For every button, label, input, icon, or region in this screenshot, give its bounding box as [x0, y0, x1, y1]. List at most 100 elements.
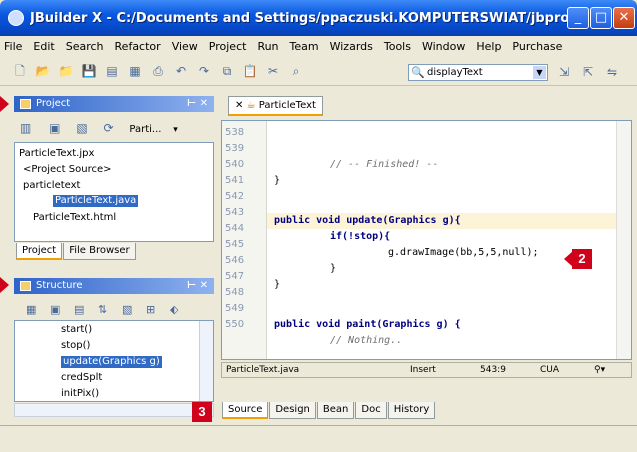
menu-window[interactable]: Window: [422, 40, 465, 53]
tree-file-java[interactable]: ParticleText.java: [53, 195, 139, 207]
editor-tab-close-icon[interactable]: ✕: [235, 100, 243, 111]
tree-file-html[interactable]: ParticleText.html: [33, 212, 116, 224]
tab-project[interactable]: Project: [16, 243, 63, 260]
binoculars-icon: 🔍: [411, 66, 425, 79]
line-number: 542: [225, 191, 245, 202]
line-number: 547: [225, 271, 245, 282]
open-project-icon[interactable]: 📂: [35, 63, 51, 79]
find-icon[interactable]: ⌕: [288, 63, 304, 79]
line-number: 540: [225, 159, 245, 170]
structure-tool-6-icon[interactable]: ⊞: [146, 303, 155, 316]
menu-run[interactable]: Run: [257, 40, 278, 53]
tree-root[interactable]: ParticleText.jpx: [19, 148, 94, 160]
status-keymap[interactable]: CUA: [540, 363, 559, 377]
menu-team[interactable]: Team: [290, 40, 319, 53]
cut-icon[interactable]: ✂: [265, 63, 281, 79]
copy-icon[interactable]: ⧉: [219, 63, 235, 79]
print-icon[interactable]: ⎙: [150, 63, 166, 79]
structure-item[interactable]: credSplt: [61, 372, 102, 384]
save-icon[interactable]: 💾: [81, 63, 97, 79]
project-panel-title: Project: [36, 98, 71, 109]
project-close-icon[interactable]: ▥: [20, 121, 31, 135]
status-mode: Insert: [410, 365, 436, 375]
menu-project[interactable]: Project: [209, 40, 247, 53]
line-number: 539: [225, 143, 245, 154]
menu-search[interactable]: Search: [66, 40, 104, 53]
menu-edit[interactable]: Edit: [33, 40, 54, 53]
structure-panel-icon: [20, 281, 31, 291]
jbuilder-app-icon: [8, 10, 24, 26]
search-dropdown-icon[interactable]: ▼: [533, 66, 546, 79]
window-title: JBuilder X - C:/Documents and Settings/p…: [30, 10, 578, 26]
project-selector[interactable]: Parti...: [129, 124, 161, 135]
project-remove-icon[interactable]: ▧: [76, 121, 87, 135]
undo-icon[interactable]: ↶: [173, 63, 189, 79]
structure-tree: start() stop() update(Graphics g) credSp…: [14, 320, 214, 402]
maximize-button[interactable]: □: [590, 7, 612, 29]
structure-tool-3-icon[interactable]: ▤: [74, 303, 84, 316]
close-button[interactable]: ✕: [613, 7, 635, 29]
tab-file-browser[interactable]: File Browser: [63, 243, 136, 260]
status-file: ParticleText.java: [226, 365, 300, 375]
new-file-icon[interactable]: 🗋: [12, 63, 28, 79]
line-number: 548: [225, 287, 245, 298]
structure-sort-icon[interactable]: ⇅: [98, 303, 107, 316]
open-file-icon[interactable]: 📁: [58, 63, 74, 79]
project-tree: ParticleText.jpx <Project Source> partic…: [14, 142, 214, 242]
editor-vscrollbar[interactable]: [616, 121, 631, 359]
project-add-icon[interactable]: ▣: [49, 121, 60, 135]
tree-project-source[interactable]: <Project Source>: [23, 164, 112, 176]
structure-tool-5-icon[interactable]: ▧: [122, 303, 132, 316]
structure-item-selected[interactable]: update(Graphics g): [61, 356, 162, 368]
menu-help[interactable]: Help: [476, 40, 501, 53]
structure-item[interactable]: initPix(): [61, 388, 99, 400]
paste-icon[interactable]: 📋: [242, 63, 258, 79]
tab-history[interactable]: History: [387, 402, 436, 419]
menu-purchase[interactable]: Purchase: [512, 40, 562, 53]
status-position: 543:9: [480, 365, 506, 375]
search-input[interactable]: 🔍 displayText ▼: [408, 64, 548, 81]
tab-source[interactable]: Source: [222, 402, 269, 419]
annotation-badge-2: 2: [572, 249, 592, 269]
save-all-icon[interactable]: ▤: [104, 63, 120, 79]
menu-bar: File Edit Search Refactor View Project R…: [0, 36, 637, 56]
code-line: g.drawImage(bb,5,5,null);: [388, 247, 539, 258]
code-editor[interactable]: 538 539 540 541 542 543 544 545 546 547 …: [221, 120, 632, 360]
menu-refactor[interactable]: Refactor: [115, 40, 161, 53]
line-number: 550: [225, 319, 245, 330]
java-file-icon: ☕: [246, 100, 256, 111]
line-number: 541: [225, 175, 245, 186]
menu-wizards[interactable]: Wizards: [330, 40, 373, 53]
menu-tools[interactable]: Tools: [384, 40, 411, 53]
structure-panel-controls[interactable]: ⊢ ✕: [187, 278, 208, 294]
menu-view[interactable]: View: [172, 40, 198, 53]
structure-tool-2-icon[interactable]: ▣: [50, 303, 60, 316]
find-next-icon[interactable]: ⇲: [556, 64, 572, 80]
structure-item[interactable]: start(): [61, 324, 92, 336]
code-line: }: [330, 263, 337, 274]
tab-bean[interactable]: Bean: [316, 402, 355, 419]
tab-doc[interactable]: Doc: [355, 402, 387, 419]
structure-hscrollbar[interactable]: [14, 403, 214, 417]
structure-tool-7-icon[interactable]: ⬖: [170, 303, 178, 316]
structure-panel-title: Structure: [36, 280, 83, 291]
project-selector-arrow-icon[interactable]: ▾: [173, 125, 178, 135]
find-prev-icon[interactable]: ⇱: [580, 64, 596, 80]
code-line: if(!stop){: [330, 231, 391, 242]
title-bar: JBuilder X - C:/Documents and Settings/p…: [0, 0, 637, 36]
tab-design[interactable]: Design: [269, 402, 316, 419]
structure-scrollbar[interactable]: [199, 321, 213, 401]
structure-tool-1-icon[interactable]: ▦: [26, 303, 36, 316]
editor-tab-label: ParticleText: [258, 100, 316, 111]
project-panel-controls[interactable]: ⊢ ✕: [187, 96, 208, 112]
find-all-icon[interactable]: ⇋: [604, 64, 620, 80]
menu-file[interactable]: File: [4, 40, 22, 53]
redo-icon[interactable]: ↷: [196, 63, 212, 79]
minimize-button[interactable]: _: [567, 7, 589, 29]
project-refresh-icon[interactable]: ⟳: [104, 121, 114, 135]
status-zoom-icon[interactable]: ⚲▾: [594, 363, 605, 377]
editor-tab[interactable]: ✕ ☕ ParticleText: [228, 96, 323, 116]
close-file-icon[interactable]: ▦: [127, 63, 143, 79]
tree-package[interactable]: particletext: [23, 180, 80, 192]
structure-item[interactable]: stop(): [61, 340, 90, 352]
